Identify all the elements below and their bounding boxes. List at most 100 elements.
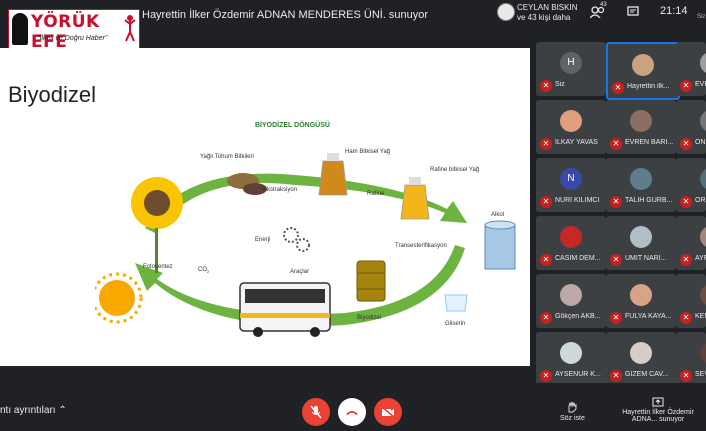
mic-muted-icon: ✕	[610, 370, 622, 382]
participant-name: NURİ KILIMCI	[555, 197, 600, 204]
participant-tile[interactable]: N ✕ NURİ KILIMCI	[536, 158, 606, 212]
participant-avatar	[630, 342, 652, 364]
seeds-label: Yağlı Tohum Bitkileri	[200, 154, 254, 160]
mic-muted-icon: ✕	[540, 80, 552, 92]
sun-icon	[95, 272, 143, 324]
participant-avatar	[630, 226, 652, 248]
participant-avatar	[630, 284, 652, 306]
mic-muted-icon: ✕	[680, 138, 692, 150]
zeybek-dancer-icon	[124, 15, 136, 42]
hand-icon	[569, 401, 577, 413]
slide-title: Biyodizel	[8, 82, 97, 107]
meet-top-bar: YÖRÜK EFE "İlkeli ve Doğru Haber" Hayret…	[0, 0, 706, 52]
refined-oil-label: Rafine bitkisel Yağ	[430, 167, 479, 173]
participant-name: İLKAY YAVAS	[555, 139, 598, 146]
participant-name: KEM...	[695, 313, 706, 320]
participant-tile[interactable]: H ✕ Siz	[536, 42, 606, 96]
end-call-button[interactable]	[338, 398, 366, 426]
energy-label: Enerji	[255, 237, 270, 243]
joiner-more: ve 43 kişi daha	[517, 13, 571, 22]
meeting-details-label: ntı ayrıntıları	[0, 405, 56, 416]
glycerin-beaker-icon	[444, 294, 468, 312]
co2-text: CO	[198, 267, 207, 273]
participant-name: ONU...	[695, 139, 706, 146]
participant-avatar	[560, 226, 582, 248]
participant-name: FULYA KAYA...	[625, 313, 672, 320]
participant-tile[interactable]: ✕EVRİ...	[676, 42, 706, 96]
participant-tile[interactable]: ✕ONU...	[676, 100, 706, 154]
participant-tile[interactable]: ✕ FULYA KAYA...	[606, 274, 676, 328]
camera-off-icon	[381, 406, 395, 418]
logo-slogan: "İlkeli ve Doğru Haber"	[37, 35, 108, 42]
raise-hand-button[interactable]: Söz iste	[560, 401, 585, 422]
participant-grid: H✕Siz✕Hayrettin ilk...✕EVRİ...✕İLKAY YAV…	[530, 42, 706, 386]
mic-muted-icon: ✕	[680, 312, 692, 324]
participant-tile[interactable]: ✕ EVREN BARİ...	[606, 100, 676, 154]
presenting-text: Hayrettin İlker Özdemir ADNAN MENDERES Ü…	[142, 9, 429, 21]
co2-subscript: 2	[207, 269, 210, 274]
chat-icon[interactable]	[627, 6, 639, 18]
alcohol-tank-icon	[484, 220, 516, 270]
ataturk-silhouette-icon	[12, 13, 28, 45]
extraction-label: Ekstraksiyon	[263, 187, 297, 193]
mic-off-button[interactable]	[302, 398, 330, 426]
bus-icon	[239, 282, 331, 337]
transester-label: Transesterifikasyon	[395, 243, 447, 249]
clock: 21:14	[660, 5, 688, 17]
mic-muted-icon: ✕	[612, 82, 624, 94]
mic-muted-icon: ✕	[540, 370, 552, 382]
participant-tile[interactable]: ✕ CASIM DEM...	[536, 216, 606, 270]
biodiesel-cycle-diagram: BİYODİZEL DÖNGÜSÜ Fotosentez Yağlı Tohum…	[95, 120, 516, 337]
participant-avatar: O	[700, 168, 706, 190]
participant-avatar	[560, 342, 582, 364]
participant-avatar	[632, 54, 654, 76]
participant-name: Hayrettin ilk...	[627, 83, 670, 90]
alcohol-label: Alkol	[491, 212, 504, 218]
participant-tile[interactable]: ✕SEVİ...	[676, 332, 706, 386]
refine-label: Rafine	[367, 191, 385, 197]
mic-off-icon	[310, 405, 322, 419]
participant-avatar	[560, 110, 582, 132]
participant-tile[interactable]: ✕ Hayrettin ilk...	[606, 42, 680, 100]
participant-tile[interactable]: ✕KEM...	[676, 274, 706, 328]
refined-oil-jug-icon	[400, 177, 430, 220]
biodiesel-label: Biyodizel	[357, 315, 381, 321]
camera-off-button[interactable]	[374, 398, 402, 426]
mic-muted-icon: ✕	[680, 196, 692, 208]
participant-name: TALİH GURB...	[625, 197, 673, 204]
mic-muted-icon: ✕	[610, 138, 622, 150]
joiner-notice[interactable]: CEYLAN BISKIN ve 43 kişi daha	[517, 3, 577, 23]
participant-tile[interactable]: ✕AYFE...	[676, 216, 706, 270]
participant-tile[interactable]: ✕ İLKAY YAVAS	[536, 100, 606, 154]
participant-avatar	[700, 226, 706, 248]
mic-muted-icon: ✕	[680, 254, 692, 266]
meeting-details-button[interactable]: ntı ayrıntıları ⌃	[0, 405, 67, 416]
participant-tile[interactable]: ✕ AYSENUR K...	[536, 332, 606, 386]
mic-muted-icon: ✕	[540, 138, 552, 150]
participant-name: EVREN BARİ...	[625, 139, 674, 146]
participant-tile[interactable]: ✕ GİZEM CAV...	[606, 332, 676, 386]
gears-icon	[283, 227, 310, 252]
mic-muted-icon: ✕	[610, 254, 622, 266]
participant-tile[interactable]: ✕ UMIT NARI...	[606, 216, 676, 270]
mic-muted-icon: ✕	[680, 80, 692, 92]
joiner-name: CEYLAN BISKIN	[517, 3, 578, 12]
crude-oil-jug-icon	[318, 153, 348, 196]
participant-tile[interactable]: ✕ Gökçen AKB...	[536, 274, 606, 328]
biodiesel-barrel-icon	[356, 260, 386, 302]
mic-muted-icon: ✕	[610, 312, 622, 324]
mic-muted-icon: ✕	[540, 312, 552, 324]
present-screen-icon	[652, 397, 664, 407]
participant-name: CASIM DEM...	[555, 255, 601, 262]
yoruk-efe-logo: YÖRÜK EFE "İlkeli ve Doğru Haber"	[8, 9, 140, 52]
participant-avatar	[560, 284, 582, 306]
participant-tile[interactable]: O ✕ORH...	[676, 158, 706, 212]
participant-avatar	[700, 52, 706, 74]
participant-name: UMIT NARI...	[625, 255, 667, 262]
presenting-status: Hayrettin İlker Özdemir ADNAN MENDERES Ü…	[142, 9, 428, 21]
participant-avatar	[700, 342, 706, 364]
participant-tile[interactable]: ✕ TALİH GURB...	[606, 158, 676, 212]
participant-avatar: H	[560, 52, 582, 74]
presentation-indicator[interactable]: Hayrettin İlker Özdemir ADNA... sunuyor	[612, 397, 704, 423]
crude-oil-label: Ham Bitkisel Yağ	[345, 149, 390, 155]
